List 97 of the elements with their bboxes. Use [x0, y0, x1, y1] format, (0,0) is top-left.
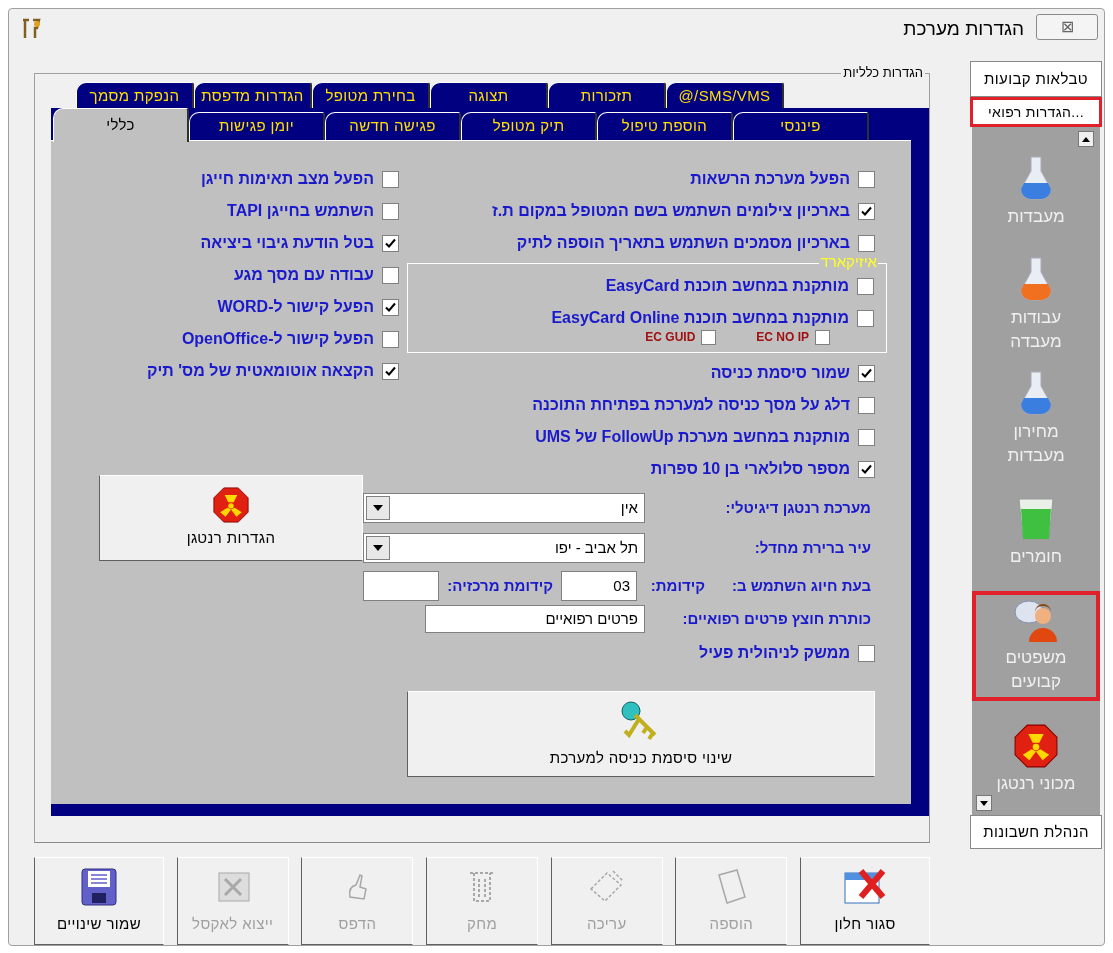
checkbox[interactable] — [858, 202, 875, 220]
checkbox[interactable] — [701, 329, 717, 345]
tab[interactable]: כללי — [53, 108, 189, 142]
person-speech-icon — [1013, 598, 1059, 643]
field-label: קידומת מרכזיה: — [447, 575, 553, 596]
checkbox[interactable] — [858, 396, 875, 414]
radiation-icon — [1014, 724, 1058, 769]
tab[interactable]: תיק מטופל — [461, 112, 597, 140]
checkbox[interactable] — [858, 644, 875, 662]
checkbox-label: הפעל קישור ל-OpenOffice — [181, 329, 374, 349]
sidebar-item-label: מחירון מעבדות — [1006, 420, 1066, 467]
checkbox-label: דלג על מסך כניסה למערכת בפתיחת התוכנה — [532, 395, 850, 415]
dropdown-arrow-icon — [373, 545, 383, 551]
dropdown[interactable]: אין — [363, 493, 645, 523]
scroll-up-button[interactable] — [1078, 131, 1094, 147]
down-arrow-icon — [980, 800, 988, 806]
radiation-icon — [213, 486, 249, 523]
close-window-icon — [843, 866, 887, 907]
scroll-down-button[interactable] — [976, 795, 992, 811]
tab[interactable]: פגישה חדשה — [325, 112, 461, 140]
up-arrow-icon — [1082, 136, 1090, 142]
sidebar-header[interactable]: ...הגדרות רפואי — [970, 97, 1102, 127]
sidebar-header[interactable]: טבלאות קבועות — [970, 61, 1102, 97]
toolbar-button[interactable]: שמור שינויים — [34, 857, 165, 945]
tab[interactable]: בחירת מטופל — [312, 82, 430, 110]
checkbox[interactable] — [857, 277, 874, 295]
field-label: כותרת חוצץ פרטים רפואיים: — [681, 608, 871, 629]
flask-icon — [1018, 256, 1054, 303]
checkbox[interactable] — [858, 170, 875, 188]
sidebar-item-label: עבודות מעבדה — [1009, 307, 1063, 354]
tab[interactable]: SMS/VMS/@ — [666, 82, 784, 110]
check-icon — [385, 237, 396, 249]
checkbox[interactable] — [858, 234, 875, 252]
checkbox[interactable] — [858, 428, 875, 446]
checkbox[interactable] — [382, 170, 399, 188]
checkbox-label: ממשק לניהולית פעיל — [699, 643, 850, 663]
checkbox-label: בטל הודעת גיבוי ביציאה — [200, 233, 374, 253]
tab[interactable]: תזכורות — [548, 82, 666, 110]
dropdown[interactable]: תל אביב - יפו — [363, 533, 645, 563]
tab[interactable]: פיננסי — [733, 112, 869, 140]
field-label: בעת חיוג השתמש ב: — [731, 575, 871, 596]
tab[interactable]: יומן פגישות — [189, 112, 325, 140]
checkbox-label: הפעל קישור ל-WORD — [217, 297, 374, 317]
tools-icon — [21, 18, 43, 40]
sidebar-header[interactable]: הנהלת חשבונות — [970, 815, 1102, 849]
flask-icon — [1018, 154, 1054, 201]
flask-icon — [1018, 369, 1054, 416]
checkbox[interactable] — [858, 460, 875, 478]
check-icon — [861, 463, 872, 475]
sidebar-item-label: חומרים — [1009, 546, 1063, 569]
group-label: הגדרות כלליות — [841, 65, 925, 80]
check-icon — [861, 367, 872, 379]
xray-settings-button[interactable]: הגדרות רנטגן — [99, 475, 363, 561]
checkbox[interactable] — [382, 234, 399, 252]
field-label: עיר ברירת מחדל: — [753, 537, 871, 558]
input-field[interactable]: 03 — [561, 571, 637, 601]
sidebar-item-label: מכוני רנטגן — [995, 773, 1077, 796]
checkbox[interactable] — [382, 266, 399, 284]
check-icon — [385, 301, 396, 313]
checkbox[interactable] — [857, 309, 874, 327]
checkbox[interactable] — [382, 298, 399, 316]
checkbox-label: מספר סלולארי בן 10 ספרות — [650, 459, 850, 479]
window-title: הגדרות מערכת — [903, 16, 1024, 41]
field-label: מערכת רנטגן דיגיטלי: — [724, 497, 871, 518]
checkbox-label: הקצאה אוטומאטית של מס' תיק — [146, 361, 374, 381]
change-password-button[interactable]: שינוי סיסמת כניסה למערכת — [407, 691, 875, 777]
checkbox-label: הפעל מערכת הרשאות — [690, 169, 850, 189]
checkbox[interactable] — [382, 330, 399, 348]
checkbox-label: EC GUID — [645, 329, 696, 346]
close-button[interactable]: ⊠ — [1036, 14, 1098, 40]
checkbox-label: מותקנת במחשב תוכנת EasyCard — [605, 276, 849, 296]
checkbox-label: EC NO IP — [756, 329, 809, 346]
tab[interactable]: הוספת טיפול — [597, 112, 733, 140]
checkbox-label: מותקנת במחשב תוכנת EasyCard Online — [551, 308, 849, 328]
checkbox-label: הפעל מצב תאימות חייגן — [200, 169, 374, 189]
dropdown-arrow-icon — [373, 505, 383, 511]
tab[interactable]: תצוגה — [430, 82, 548, 110]
checkbox-label: בארכיון צילומים השתמש בשם המטופל במקום ת.ז — [491, 201, 850, 221]
check-icon — [385, 365, 396, 377]
checkbox[interactable] — [815, 329, 830, 345]
check-icon — [861, 205, 872, 217]
input-field[interactable] — [363, 571, 440, 601]
checkbox-label: השתמש בחייגן TAPI — [227, 201, 374, 221]
checkbox-label: מותקנת במחשב מערכת FollowUp של UMS — [535, 427, 850, 447]
toolbar-button[interactable]: סגור חלון — [800, 857, 930, 945]
checkbox[interactable] — [382, 202, 399, 220]
field-label: קידומת: — [649, 575, 705, 596]
sidebar-item-label: מעבדות — [1006, 205, 1066, 228]
input-field[interactable]: פרטים רפואיים — [425, 605, 645, 633]
checkbox-label: עבודה עם מסך מגע — [233, 265, 374, 285]
checkbox[interactable] — [858, 364, 875, 382]
checkbox[interactable] — [382, 362, 399, 380]
checkbox-label: שמור סיסמת כניסה — [710, 363, 850, 383]
sidebar-item-label: משפטים קבועים — [1004, 647, 1068, 694]
checkbox-label: בארכיון מסמכים השתמש בתאריך הוספה לתיק — [516, 233, 850, 253]
tab[interactable]: הגדרות מדפסת — [194, 82, 312, 110]
tab[interactable]: הנפקת מסמך — [76, 82, 194, 110]
